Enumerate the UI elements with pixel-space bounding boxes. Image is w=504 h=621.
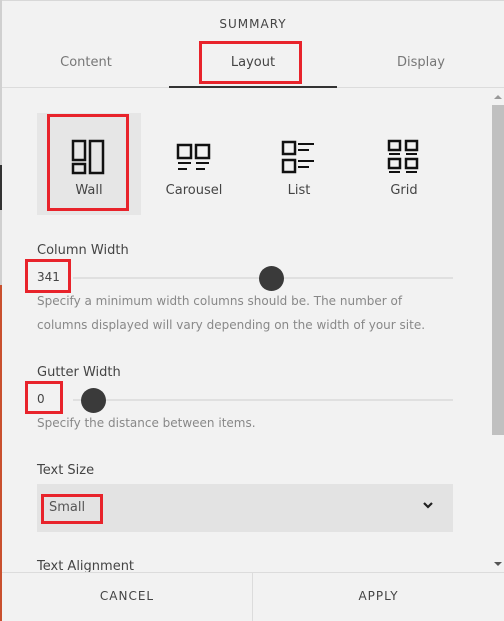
layout-option-label: Grid: [390, 183, 418, 198]
tab-layout[interactable]: Layout: [169, 41, 337, 88]
layout-option-label: Carousel: [165, 183, 223, 198]
dialog-footer: CANCEL APPLY: [2, 572, 504, 621]
layout-option-carousel[interactable]: Carousel: [142, 113, 246, 215]
column-width-label: Column Width: [37, 243, 129, 258]
list-layout-icon: [281, 140, 314, 174]
scrollbar-thumb[interactable]: [492, 105, 504, 435]
tab-layout-label: Layout: [230, 55, 276, 70]
layout-option-wall[interactable]: Wall: [37, 113, 141, 215]
apply-button[interactable]: APPLY: [253, 573, 504, 621]
settings-scroll-area: Wall Carousel List Grid Column Width 341…: [2, 89, 504, 572]
column-width-help: Specify a minimum width columns should b…: [37, 294, 426, 332]
scrollbar[interactable]: [492, 89, 504, 572]
dialog-title: SUMMARY: [219, 17, 287, 31]
gutter-width-slider[interactable]: 0: [37, 388, 453, 413]
column-width-value: 341: [37, 270, 60, 284]
text-size-value: Small: [49, 500, 86, 515]
layout-option-grid[interactable]: Grid: [352, 113, 456, 215]
gutter-width-help: Specify the distance between items.: [37, 416, 256, 430]
gutter-width-value: 0: [37, 392, 45, 406]
layout-option-label: Wall: [75, 183, 103, 198]
gutter-width-track[interactable]: [73, 388, 453, 413]
tab-bar: Content Layout Display: [2, 41, 504, 88]
text-size-label: Text Size: [37, 463, 95, 478]
text-size-select[interactable]: Small: [37, 484, 453, 532]
column-width-slider[interactable]: 341: [37, 266, 453, 291]
layout-option-label: List: [287, 183, 311, 198]
chevron-down-icon: [423, 502, 433, 509]
wall-layout-icon: [71, 139, 105, 175]
grid-layout-icon: [387, 139, 419, 173]
scroll-up-arrow-icon[interactable]: [494, 95, 502, 99]
summary-settings-dialog: SUMMARY Content Layout Display Wall Caro…: [2, 0, 504, 621]
layout-options: Wall Carousel List Grid: [37, 113, 457, 215]
gutter-width-thumb[interactable]: [81, 388, 106, 413]
column-width-track[interactable]: [73, 266, 453, 291]
carousel-layout-icon: [176, 143, 211, 170]
scroll-down-arrow-icon[interactable]: [494, 562, 502, 566]
column-width-thumb[interactable]: [258, 266, 284, 291]
layout-option-list[interactable]: List: [247, 113, 351, 215]
cancel-button[interactable]: CANCEL: [2, 573, 253, 621]
tab-display[interactable]: Display: [337, 41, 504, 88]
tab-content-label: Content: [60, 55, 112, 70]
tab-display-label: Display: [397, 55, 445, 70]
tab-content[interactable]: Content: [2, 41, 170, 88]
gutter-width-label: Gutter Width: [37, 365, 121, 380]
text-alignment-label: Text Alignment: [37, 559, 135, 572]
